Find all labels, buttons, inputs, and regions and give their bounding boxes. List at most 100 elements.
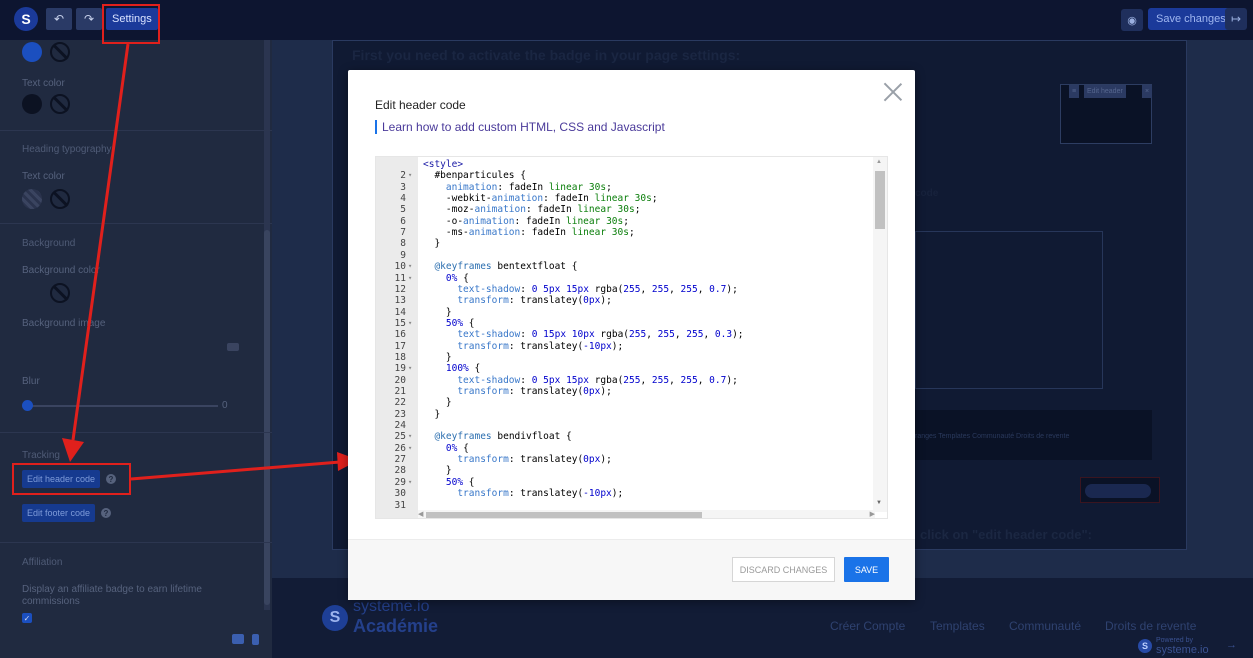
blur-label: Blur — [22, 376, 40, 387]
preview-button[interactable]: ◉ — [1121, 9, 1143, 31]
camera-icon[interactable] — [227, 343, 239, 351]
sidebar-scrollbar[interactable] — [264, 40, 270, 610]
editor-vertical-scroll-thumb[interactable] — [875, 171, 885, 229]
fold-toggle-icon[interactable]: ▾ — [408, 170, 412, 181]
color-swatch-blue[interactable] — [22, 42, 42, 62]
code-line[interactable]: transform: translatey(0px); — [423, 295, 611, 306]
code-line[interactable]: #benparticules { — [423, 170, 526, 181]
code-line[interactable]: } — [423, 352, 452, 363]
scroll-right-icon[interactable]: ▶ — [870, 510, 875, 518]
editor-horizontal-scroll-thumb[interactable] — [426, 512, 702, 518]
help-icon[interactable]: ? — [101, 508, 111, 518]
no-color-icon[interactable] — [50, 94, 70, 114]
image-placeholder[interactable] — [915, 231, 1103, 389]
line-number: 14 — [394, 306, 406, 318]
code-line[interactable]: text-shadow: 0 5px 15px rgba(255, 255, 2… — [423, 284, 737, 295]
tracking-title: Tracking — [22, 450, 60, 461]
blur-value: 0 — [222, 400, 228, 411]
code-line[interactable]: @keyframes bendivfloat { — [423, 431, 571, 442]
mobile-icon[interactable] — [252, 634, 259, 645]
fold-toggle-icon[interactable]: ▾ — [408, 443, 412, 454]
code-line[interactable]: transform: translatey(-10px); — [423, 488, 623, 499]
no-color-icon[interactable] — [50, 189, 70, 209]
powered-by-badge[interactable]: S Powered by systeme.io → — [1134, 635, 1238, 657]
code-line[interactable]: 0% { — [423, 443, 469, 454]
color-swatch-dark[interactable] — [22, 94, 42, 114]
footer-link[interactable]: Templates — [930, 619, 985, 633]
code-line[interactable]: transform: translatey(-10px); — [423, 341, 623, 352]
no-color-icon[interactable] — [50, 42, 70, 62]
line-number: 8 — [400, 238, 406, 250]
blur-slider-handle[interactable] — [22, 400, 33, 411]
edit-header-mini-button[interactable]: Edit header — [1084, 85, 1126, 98]
close-icon[interactable] — [883, 82, 903, 102]
code-line[interactable]: -moz-animation: fadeIn linear 30s; — [423, 204, 641, 215]
editor-horizontal-scrollbar[interactable]: ◀ ▶ — [418, 510, 875, 518]
line-number: 5 — [400, 204, 406, 216]
systeme-logo-icon: S — [1138, 639, 1152, 653]
code-line[interactable]: transform: translatey(0px); — [423, 386, 611, 397]
scroll-left-icon[interactable]: ◀ — [418, 510, 423, 518]
code-line[interactable]: } — [423, 465, 452, 476]
line-number: 4 — [400, 193, 406, 205]
fold-toggle-icon[interactable]: ▾ — [408, 363, 412, 374]
code-line[interactable]: } — [423, 307, 452, 318]
code-line[interactable]: <style> — [423, 159, 463, 170]
line-number: 20 — [394, 374, 406, 386]
code-line[interactable]: 0% { — [423, 273, 469, 284]
sidebar-scroll-thumb[interactable] — [264, 230, 270, 605]
badge-preview[interactable] — [1080, 477, 1160, 503]
undo-button[interactable]: ↶ — [46, 8, 72, 30]
fold-toggle-icon[interactable]: ▾ — [408, 273, 412, 284]
element-menu-icon[interactable]: ≡ — [1069, 85, 1080, 98]
code-line[interactable]: -o-animation: fadeIn linear 30s; — [423, 216, 629, 227]
code-line[interactable]: animation: fadeIn linear 30s; — [423, 182, 612, 193]
footer-link[interactable]: Créer Compte — [830, 619, 905, 633]
code-line[interactable]: text-shadow: 0 15px 10px rgba(255, 255, … — [423, 329, 743, 340]
fold-toggle-icon[interactable]: ▾ — [408, 261, 412, 272]
fold-toggle-icon[interactable]: ▾ — [408, 318, 412, 329]
blur-slider-track[interactable] — [28, 405, 218, 407]
code-line[interactable]: 50% { — [423, 477, 475, 488]
save-button[interactable]: SAVE — [844, 557, 889, 582]
code-line[interactable]: -webkit-animation: fadeIn linear 30s; — [423, 193, 658, 204]
code-line[interactable]: @keyframes bentextfloat { — [423, 261, 577, 272]
editor-vertical-scrollbar[interactable]: ▲ ▼ — [873, 157, 887, 512]
code-editor[interactable]: <style> 2 ▾ #benparticules {3 animation: f… — [375, 156, 888, 519]
exit-button[interactable]: ↦ — [1225, 8, 1247, 30]
footer-link[interactable]: Droits de revente — [1105, 619, 1196, 633]
code-line[interactable]: transform: translatey(0px); — [423, 454, 611, 465]
desktop-icon[interactable] — [232, 634, 244, 644]
code-line[interactable]: } — [423, 238, 440, 249]
page-heading: First you need to activate the badge in … — [352, 47, 741, 63]
modal-title: Edit header code — [375, 98, 466, 112]
code-line[interactable]: } — [423, 409, 440, 420]
code-line[interactable]: 50% { — [423, 318, 475, 329]
code-line[interactable]: } — [423, 397, 452, 408]
redo-button[interactable]: ↷ — [76, 8, 102, 30]
eye-icon: ◉ — [1127, 14, 1137, 27]
fold-toggle-icon[interactable]: ▾ — [408, 431, 412, 442]
line-number: 13 — [394, 295, 406, 307]
color-swatch-transparent[interactable] — [22, 189, 42, 209]
code-line[interactable]: text-shadow: 0 5px 15px rgba(255, 255, 2… — [423, 375, 737, 386]
save-changes-button[interactable]: Save changes — [1148, 8, 1234, 30]
annotation-box-edit-header — [12, 463, 131, 495]
divider — [0, 432, 272, 433]
exit-icon: ↦ — [1230, 12, 1242, 26]
background-color-label: Background color — [22, 265, 100, 276]
close-mini-icon[interactable]: × — [1142, 85, 1153, 98]
code-line[interactable]: 100% { — [423, 363, 480, 374]
edit-footer-code-button[interactable]: Edit footer code — [22, 504, 96, 522]
code-line[interactable]: -ms-animation: fadeIn linear 30s; — [423, 227, 635, 238]
scroll-up-icon[interactable]: ▲ — [876, 159, 882, 165]
scroll-down-icon[interactable]: ▼ — [876, 500, 882, 506]
no-color-icon[interactable] — [50, 283, 70, 303]
heading-typography-title: Heading typography — [22, 144, 112, 155]
discard-changes-button[interactable]: DISCARD CHANGES — [732, 557, 835, 582]
fold-toggle-icon[interactable]: ▾ — [408, 477, 412, 488]
edit-header-code-modal: Edit header code Learn how to add custom… — [348, 70, 915, 600]
footer-link[interactable]: Communauté — [1009, 619, 1081, 633]
learn-custom-code-link[interactable]: Learn how to add custom HTML, CSS and Ja… — [375, 120, 665, 134]
affiliate-checkbox[interactable]: ✓ — [22, 613, 32, 623]
